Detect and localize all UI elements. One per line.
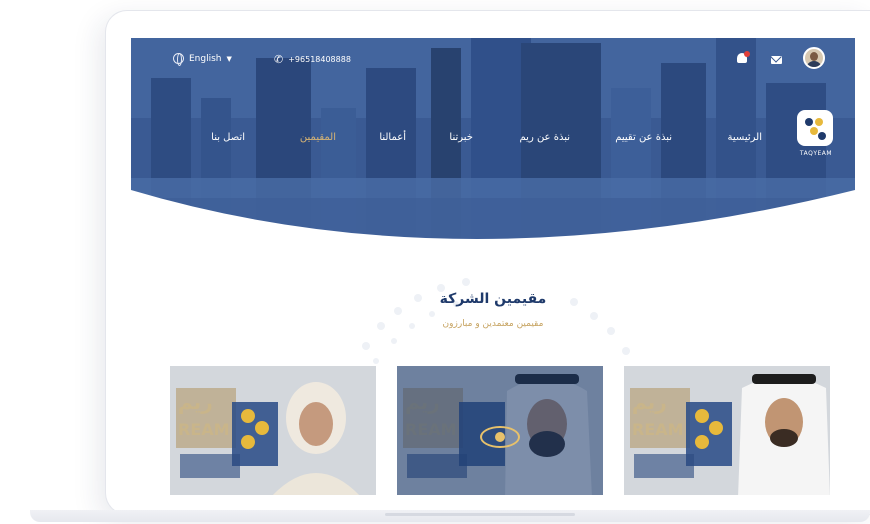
laptop-base	[30, 510, 870, 522]
logo-wordmark: TAQYEAM	[799, 150, 833, 157]
laptop-notch	[385, 513, 575, 516]
valuer-card[interactable]: ريم REAM	[397, 366, 603, 495]
nav-item-contact[interactable]: اتصل بنا	[211, 132, 245, 143]
page: English ▼ ✆ +96518408888 الرئيسية نبذة ع…	[0, 0, 870, 524]
globe-icon	[173, 53, 184, 66]
notifications-button[interactable]	[737, 51, 750, 63]
sign-text-latin: REAM	[178, 420, 230, 439]
logo-dot	[818, 132, 826, 140]
sign-text-arabic: ريم	[405, 390, 440, 414]
sign-text-latin: REAM	[405, 420, 457, 439]
mail-icon	[771, 56, 782, 64]
nav-item-valuers[interactable]: المقيمين	[300, 132, 336, 143]
notification-dot	[744, 51, 750, 57]
nav-item-home[interactable]: الرئيسية	[728, 132, 762, 143]
sign-text-arabic: ريم	[632, 390, 667, 414]
phone-icon: ✆	[274, 53, 284, 66]
section-title: مقيمين الشركة	[439, 291, 547, 307]
logo-dot	[805, 118, 813, 126]
phone-link[interactable]: ✆ +96518408888	[274, 53, 351, 66]
sign-text-latin: REAM	[632, 420, 684, 439]
main-nav: الرئيسية نبذة عن تقييم نبذة عن ريم خبرتن…	[131, 124, 855, 154]
logo-dot	[810, 127, 818, 135]
nav-item-about-taqyeam[interactable]: نبذة عن تقييم	[615, 132, 672, 143]
hero-banner: English ▼ ✆ +96518408888 الرئيسية نبذة ع…	[131, 38, 855, 248]
section-subtitle: مقيمين معتمدين و مبارزون	[442, 319, 544, 329]
nav-item-works[interactable]: أعمالنا	[379, 132, 406, 143]
logo-dot	[815, 118, 823, 126]
valuer-card[interactable]: ريم REAM	[170, 366, 376, 495]
bell-icon	[737, 51, 750, 63]
website-screen: English ▼ ✆ +96518408888 الرئيسية نبذة ع…	[131, 38, 855, 495]
messages-button[interactable]	[771, 56, 782, 64]
avatar[interactable]	[803, 47, 825, 69]
eye-icon[interactable]	[480, 426, 520, 448]
chevron-down-icon: ▼	[226, 54, 232, 63]
nav-item-experience[interactable]: خبرتنا	[449, 132, 473, 143]
sign-text-arabic: ريم	[178, 390, 213, 414]
language-selector[interactable]: English ▼	[173, 53, 232, 66]
nav-item-about-ream[interactable]: نبذة عن ريم	[520, 132, 571, 143]
valuer-card[interactable]: ريم REAM	[624, 366, 830, 495]
site-logo[interactable]	[797, 110, 833, 146]
language-label: English	[189, 53, 222, 64]
top-bar: English ▼ ✆ +96518408888	[131, 38, 855, 82]
phone-number: +96518408888	[288, 55, 351, 64]
